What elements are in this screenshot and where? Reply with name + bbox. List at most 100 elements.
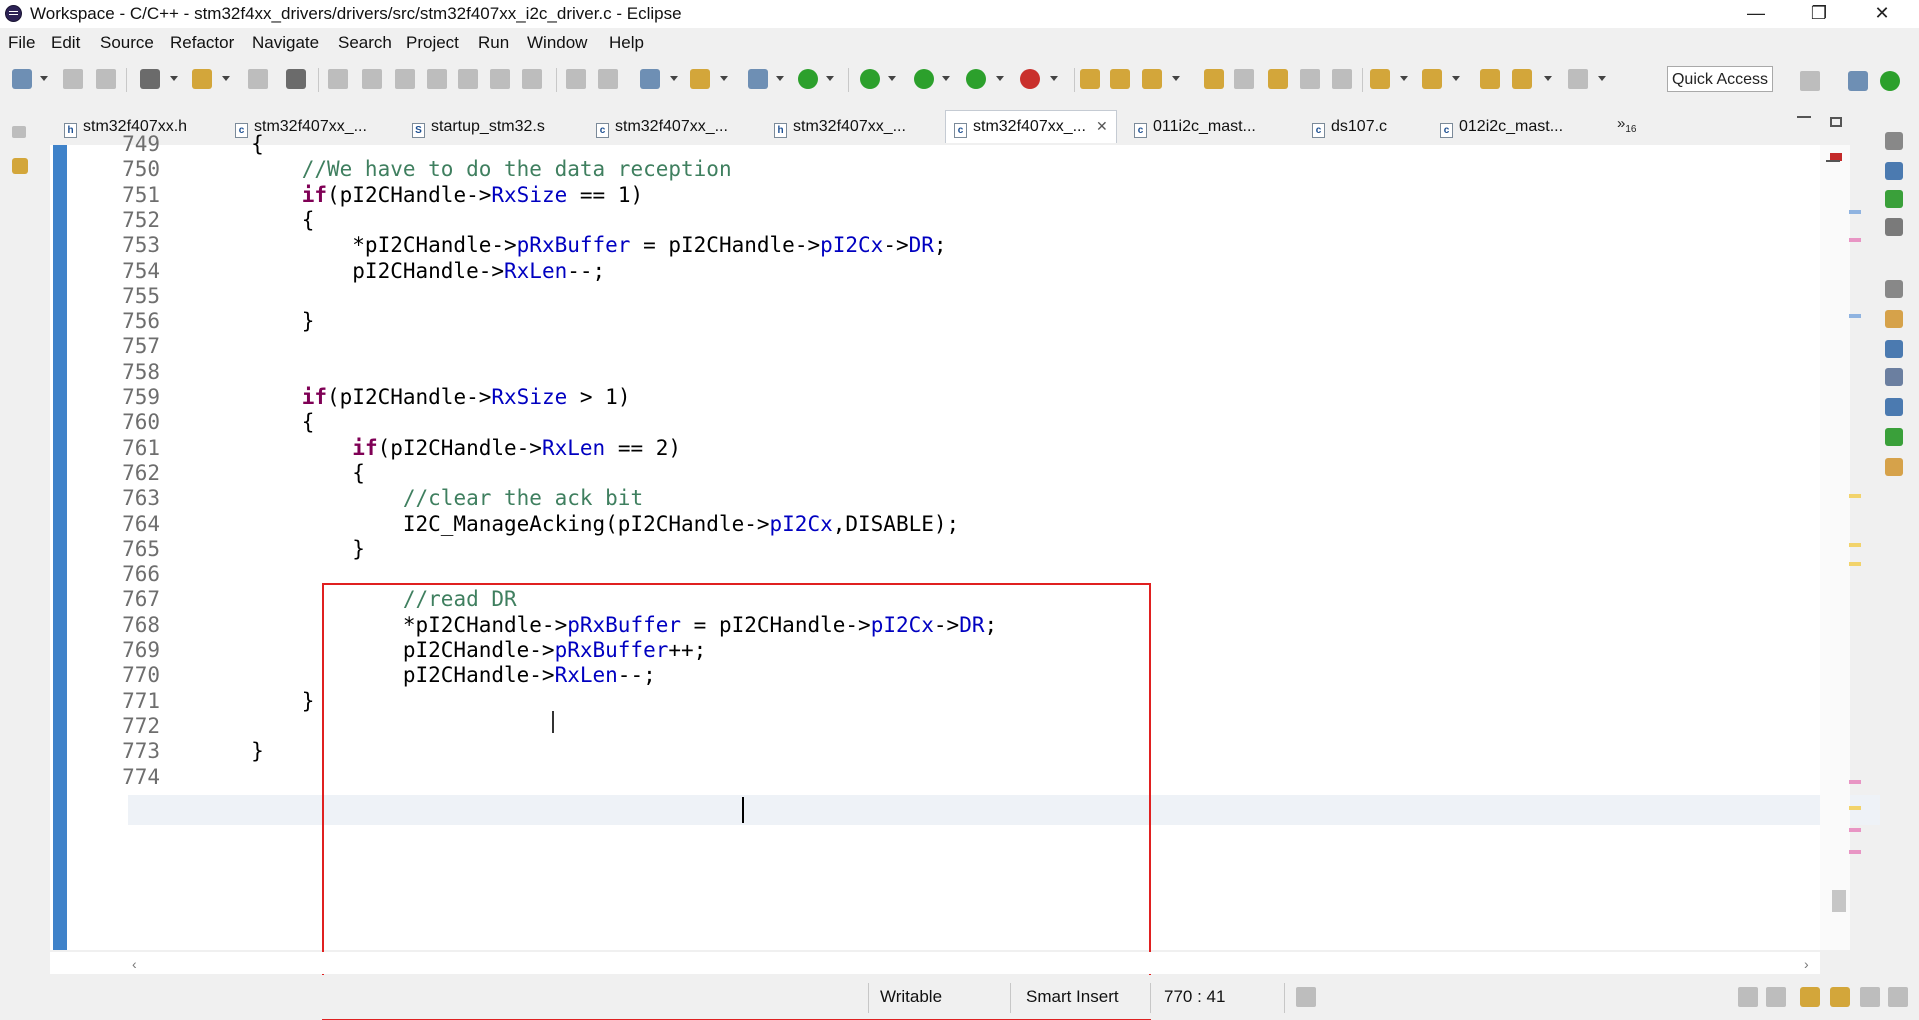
dropdown-icon[interactable]: [1452, 76, 1460, 82]
open-type-icon[interactable]: [1080, 69, 1100, 89]
occurrence-marker[interactable]: [1849, 850, 1861, 854]
code-line[interactable]: {: [150, 461, 365, 485]
problems-icon[interactable]: [1885, 310, 1903, 328]
code-line[interactable]: //We have to do the data reception: [150, 157, 732, 181]
last-edit-icon[interactable]: [1480, 69, 1500, 89]
dropdown-icon[interactable]: [1400, 76, 1408, 82]
restore-icon[interactable]: [1885, 280, 1903, 298]
disconnect-icon[interactable]: [427, 69, 447, 89]
paragraph-icon[interactable]: [1332, 69, 1352, 89]
new-icon[interactable]: [12, 69, 32, 89]
close-button[interactable]: ✕: [1853, 0, 1911, 28]
code-line[interactable]: I2C_ManageAcking(pI2CHandle->pI2Cx,DISAB…: [150, 512, 959, 536]
instruction-step-icon[interactable]: [598, 69, 618, 89]
annotation-icon[interactable]: [1268, 69, 1288, 89]
outline-icon[interactable]: [1885, 162, 1903, 180]
tab-ds107-c[interactable]: c ds107.c: [1312, 112, 1387, 142]
warning-marker[interactable]: [1849, 806, 1861, 810]
code-line[interactable]: {: [150, 410, 315, 434]
search-icon[interactable]: [1142, 69, 1162, 89]
menu-help[interactable]: Help: [609, 33, 644, 53]
debug-perspective-icon[interactable]: [1880, 71, 1900, 91]
maximize-button[interactable]: ❐: [1790, 0, 1848, 28]
build-targets-icon[interactable]: [1885, 190, 1903, 208]
code-line[interactable]: //clear the ack bit: [150, 486, 643, 510]
menu-search[interactable]: Search: [338, 33, 392, 53]
dropdown-icon[interactable]: [222, 76, 230, 82]
new-c-project-icon[interactable]: [640, 69, 660, 89]
vertical-scroll-thumb[interactable]: [1832, 890, 1846, 912]
toggle-block-icon[interactable]: [1234, 69, 1254, 89]
run-icon[interactable]: [914, 69, 934, 89]
open-perspective-icon[interactable]: [1800, 71, 1820, 91]
quick-access-input[interactable]: Quick Access: [1667, 66, 1773, 92]
dropdown-icon[interactable]: [826, 76, 834, 82]
menu-refactor[interactable]: Refactor: [170, 33, 234, 53]
code-line[interactable]: if(pI2CHandle->RxSize == 1): [150, 183, 643, 207]
dropdown-icon[interactable]: [942, 76, 950, 82]
warning-marker[interactable]: [1849, 562, 1861, 566]
code-line[interactable]: *pI2CHandle->pRxBuffer = pI2CHandle->pI2…: [150, 233, 946, 257]
warning-marker[interactable]: [1849, 543, 1861, 547]
restore-icon[interactable]: [1885, 132, 1903, 150]
dropdown-icon[interactable]: [1598, 76, 1606, 82]
step-over-icon[interactable]: [490, 69, 510, 89]
build-hammer-icon[interactable]: [192, 69, 212, 89]
new-folder-icon[interactable]: [690, 69, 710, 89]
save-all-icon[interactable]: [96, 69, 116, 89]
terminate-icon[interactable]: [395, 69, 415, 89]
menu-window[interactable]: Window: [527, 33, 587, 53]
next-annotation-icon[interactable]: [1370, 69, 1390, 89]
debug-icon[interactable]: [1885, 428, 1903, 446]
console-icon[interactable]: [1885, 340, 1903, 358]
occurrence-marker[interactable]: [1849, 238, 1861, 242]
code-line[interactable]: }: [150, 309, 315, 333]
suspend-icon[interactable]: [362, 69, 382, 89]
occurrence-marker[interactable]: [1849, 314, 1861, 318]
minimize-editor-icon[interactable]: [1797, 116, 1811, 118]
search-results-icon[interactable]: [1885, 458, 1903, 476]
code-line[interactable]: pI2CHandle->RxLen--;: [150, 259, 605, 283]
minimize-button[interactable]: —: [1727, 0, 1785, 28]
horizontal-scrollbar[interactable]: ‹ ›: [50, 952, 1820, 974]
project-explorer-icon[interactable]: [12, 158, 28, 174]
dropdown-icon[interactable]: [1172, 76, 1180, 82]
code-line[interactable]: {: [150, 132, 264, 156]
menu-project[interactable]: Project: [406, 33, 459, 53]
skip-breakpoints-icon[interactable]: [286, 69, 306, 89]
tab-012i2c-master[interactable]: c 012i2c_mast...: [1440, 112, 1563, 142]
pencil-icon[interactable]: [1830, 987, 1850, 1007]
debug-bug-icon[interactable]: [860, 69, 880, 89]
refresh-icon[interactable]: [798, 69, 818, 89]
code-line[interactable]: }: [150, 537, 365, 561]
code-editor[interactable]: 749 {750 //We have to do the data recept…: [50, 132, 1880, 1020]
scroll-up-chevron-icon[interactable]: [1826, 150, 1840, 162]
properties-icon[interactable]: [1885, 368, 1903, 386]
new-class-icon[interactable]: [748, 69, 768, 89]
tab-stm32f407xx-h-2[interactable]: h stm32f407xx_...: [774, 112, 906, 142]
open-element-icon[interactable]: [1110, 69, 1130, 89]
code-line[interactable]: }: [150, 689, 315, 713]
external-tools-icon[interactable]: [1020, 69, 1040, 89]
dropdown-icon[interactable]: [996, 76, 1004, 82]
dropdown-icon[interactable]: [720, 76, 728, 82]
dropdown-icon[interactable]: [888, 76, 896, 82]
dropdown-icon[interactable]: [1050, 76, 1058, 82]
build-settings-icon[interactable]: [140, 69, 160, 89]
restore-view-icon[interactable]: [1860, 987, 1880, 1007]
dropdown-icon[interactable]: [170, 76, 178, 82]
code-line[interactable]: {: [150, 208, 315, 232]
maximize-editor-icon[interactable]: [1830, 117, 1842, 127]
use-step-filters-icon[interactable]: [566, 69, 586, 89]
code-line[interactable]: if(pI2CHandle->RxLen == 2): [150, 436, 681, 460]
menu-run[interactable]: Run: [478, 33, 509, 53]
dropdown-icon[interactable]: [776, 76, 784, 82]
code-line[interactable]: if(pI2CHandle->RxSize > 1): [150, 385, 631, 409]
step-into-icon[interactable]: [458, 69, 478, 89]
coverage-icon[interactable]: [966, 69, 986, 89]
menu-edit[interactable]: Edit: [51, 33, 80, 53]
dropdown-icon[interactable]: [670, 76, 678, 82]
forward-arrow-icon[interactable]: [1568, 69, 1588, 89]
workspace-icon[interactable]: [1766, 987, 1786, 1007]
tab-011i2c-master[interactable]: c 011i2c_mast...: [1134, 112, 1256, 142]
